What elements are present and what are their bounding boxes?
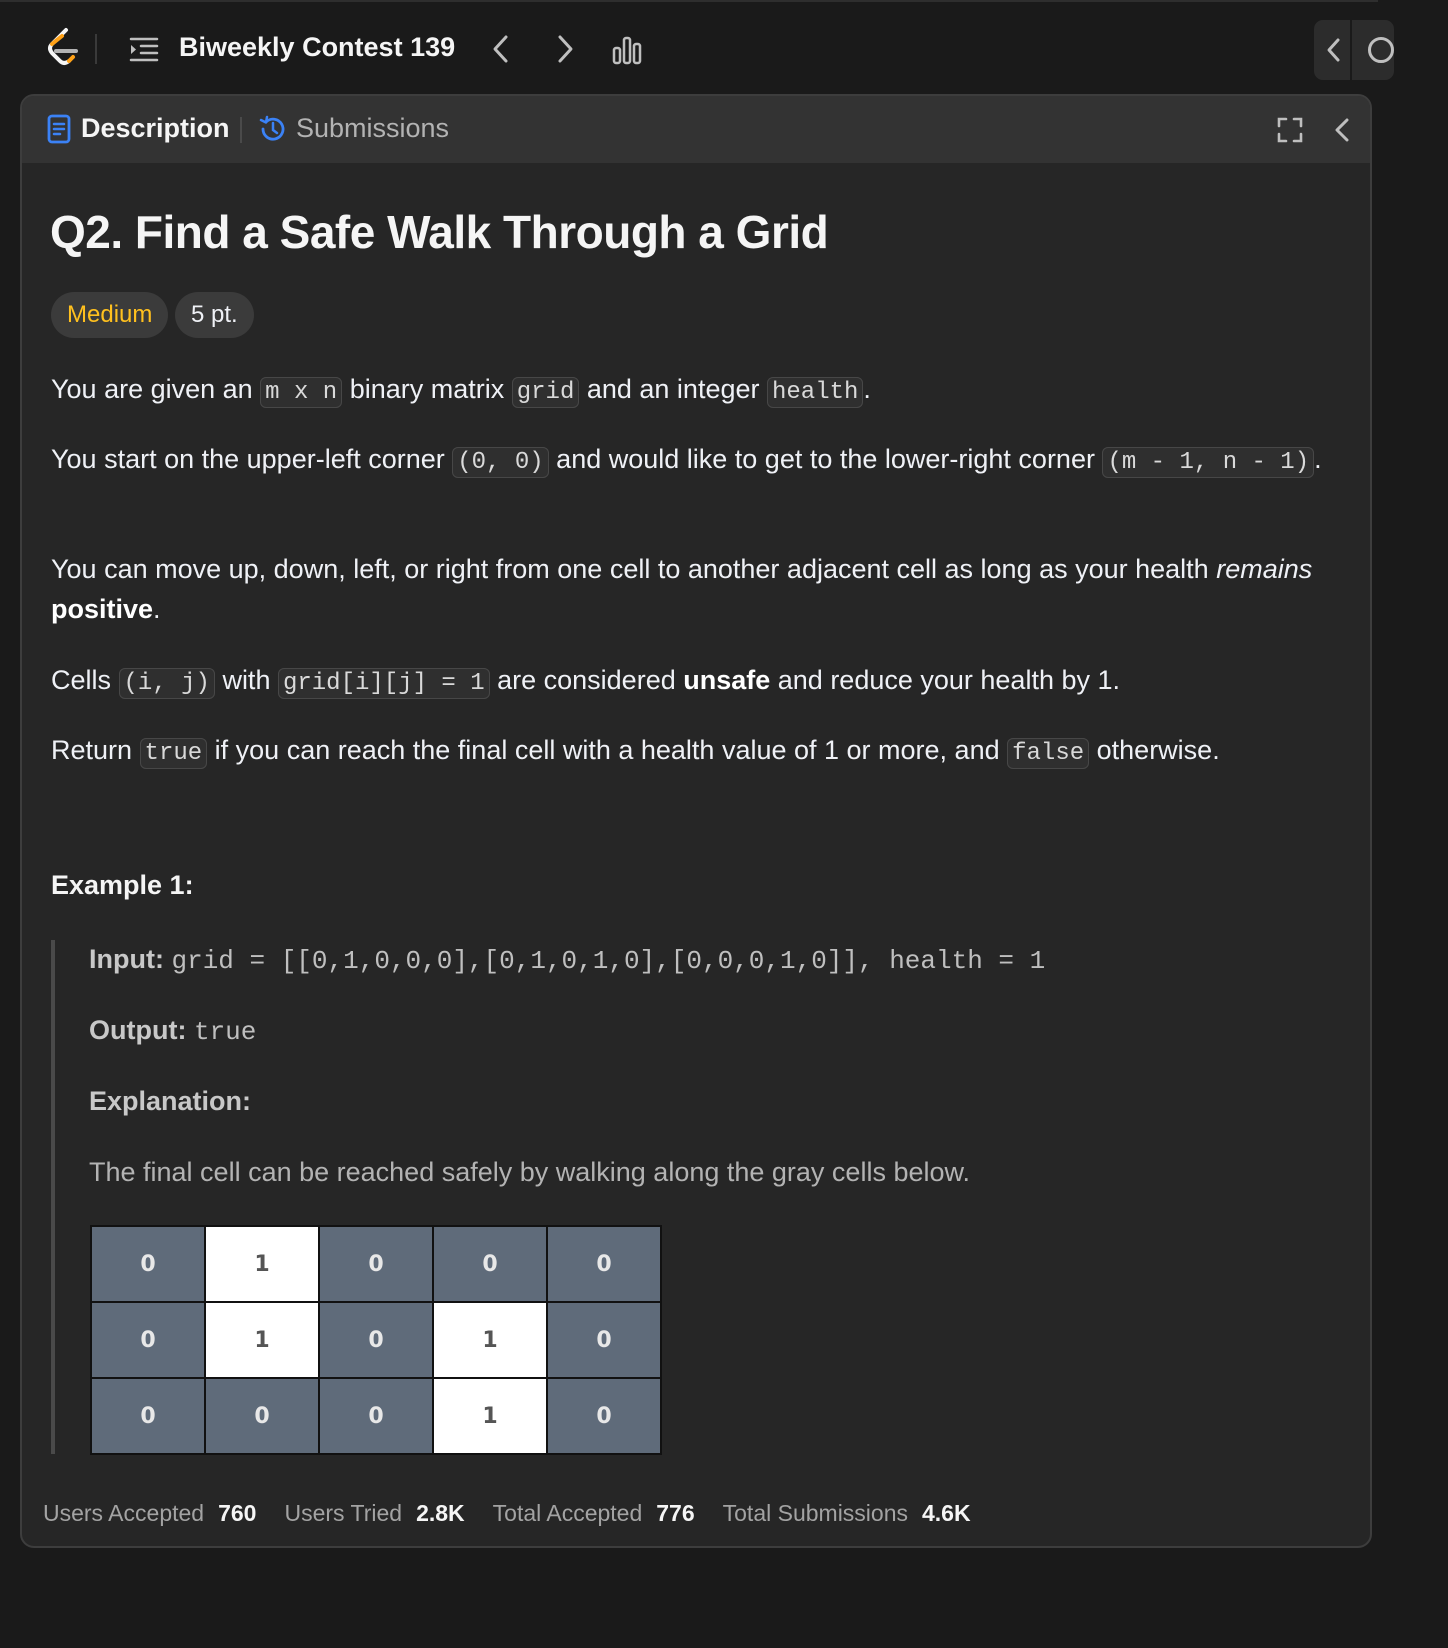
difficulty-badge: Medium [51,292,169,338]
leetcode-logo-icon[interactable] [42,26,82,70]
grid-cell: 1 [432,1377,548,1455]
text: Return [51,735,140,765]
inline-code: m x n [260,377,343,408]
text: and reduce your health by 1. [770,665,1120,695]
example-grid-figure: 0 1 0 0 0 0 1 0 1 0 0 0 0 1 0 [90,1225,662,1455]
paragraph-4: Cells (i, j) with grid[i][j] = 1 are con… [51,660,1341,704]
total-accepted-value: 776 [656,1500,695,1526]
users-tried-label: Users Tried [284,1500,403,1526]
text: binary matrix [342,374,512,404]
inline-code: grid[i][j] = 1 [277,668,490,699]
example-explanation-text: The final cell can be reached safely by … [89,1157,971,1187]
text: . [153,594,161,624]
explanation-label: Explanation: [89,1086,252,1116]
output-label: Output: [89,1015,187,1045]
input-value: grid = [[0,1,0,0,0],[0,1,0,1,0],[0,0,0,1… [171,946,1046,976]
divider [240,117,242,143]
users-accepted-value: 760 [218,1500,257,1526]
text: . [863,374,871,404]
contest-stats: Users Accepted 760 Users Tried 2.8K Total Ac… [43,1500,999,1527]
text: You can move up, down, left, or right fr… [51,554,1217,584]
grid-cell: 0 [318,1377,434,1455]
bold-text: positive [51,594,154,624]
grid-cell: 0 [546,1377,662,1455]
input-label: Input: [89,944,164,974]
grid-cell: 0 [546,1301,662,1379]
fullscreen-icon[interactable] [1276,116,1304,144]
inline-code: true [139,738,208,769]
output-value: true [193,1017,257,1047]
grid-cell: 0 [90,1225,206,1303]
grid-row: 0 0 0 1 0 [90,1377,662,1455]
example-input: Input: grid = [[0,1,0,0,0],[0,1,0,1,0],[… [89,944,1045,976]
tab-submissions[interactable]: Submissions [296,113,449,144]
example-output: Output: true [89,1015,256,1047]
panel-header: Description Submissions [22,96,1370,163]
emphasis: remains [1216,554,1313,584]
contest-title[interactable]: Biweekly Contest 139 [179,32,455,63]
grid-cell: 0 [432,1225,548,1303]
divider [1350,20,1352,80]
text: and would like to get to the lower-right… [548,444,1103,474]
timer-icon[interactable] [1368,37,1394,63]
problem-list-icon[interactable] [128,34,160,64]
grid-row: 0 1 0 0 0 [90,1225,662,1303]
bold-text: unsafe [683,665,771,695]
bar-chart-icon[interactable] [610,34,644,66]
chevron-left-icon[interactable] [487,32,515,66]
grid-cell: 0 [546,1225,662,1303]
example-block: Input: grid = [[0,1,0,0,0],[0,1,0,1,0],[… [51,940,1341,1455]
points-badge: 5 pt. [175,292,254,338]
text: if you can reach the final cell with a h… [207,735,1008,765]
users-accepted-label: Users Accepted [43,1500,205,1526]
grid-cell: 0 [90,1301,206,1379]
history-icon [259,115,285,141]
grid-cell: 1 [204,1225,320,1303]
problem-title: Q2. Find a Safe Walk Through a Grid [50,206,829,258]
example-title: Example 1: [51,870,194,900]
paragraph-1: You are given an m x n binary matrix gri… [51,369,1341,413]
grid-cell: 1 [204,1301,320,1379]
example-explanation-label: Explanation: [89,1086,251,1117]
text: Cells [51,665,119,695]
paragraph-5: Return true if you can reach the final c… [51,730,1341,774]
text: You start on the upper-left corner [51,444,453,474]
description-panel: Description Submissions Q2. Find a Safe … [20,94,1372,1548]
chevron-left-icon[interactable] [1322,34,1346,66]
collapse-chevron-icon[interactable] [1330,114,1354,146]
tab-description[interactable]: Description [81,113,230,144]
grid-cell: 0 [318,1225,434,1303]
inline-code: grid [511,377,580,408]
text: with [214,665,278,695]
inline-code: (0, 0) [452,447,549,478]
grid-cell: 0 [318,1301,434,1379]
grid-cell: 1 [432,1301,548,1379]
text: . [1314,444,1322,474]
inline-code: (m - 1, n - 1) [1102,447,1315,478]
users-tried-value: 2.8K [416,1500,465,1526]
text: otherwise. [1089,735,1220,765]
document-icon [47,114,71,144]
inline-code: health [767,377,864,408]
total-submissions-label: Total Submissions [722,1500,908,1526]
chevron-right-icon[interactable] [551,32,579,66]
total-accepted-label: Total Accepted [492,1500,643,1526]
paragraph-2: You start on the upper-left corner (0, 0… [51,439,1341,483]
divider [95,34,97,64]
right-toolbox [1314,20,1394,80]
grid-row: 0 1 0 1 0 [90,1301,662,1379]
text: and an integer [579,374,767,404]
inline-code: false [1007,738,1090,769]
paragraph-3: You can move up, down, left, or right fr… [51,549,1341,629]
text: are considered [489,665,684,695]
grid-cell: 0 [90,1377,206,1455]
grid-cell: 0 [204,1377,320,1455]
text: You are given an [51,374,261,404]
top-bar: Biweekly Contest 139 [0,0,1394,94]
inline-code: (i, j) [118,668,215,699]
total-submissions-value: 4.6K [922,1500,971,1526]
